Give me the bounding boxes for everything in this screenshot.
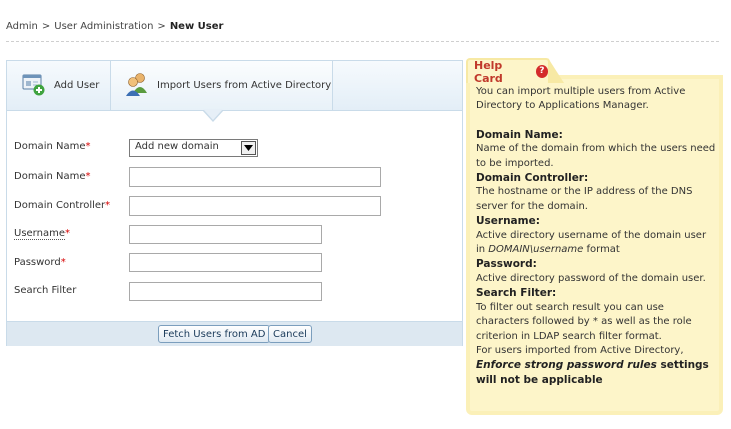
- help-card-content: You can import multiple users from Activ…: [476, 85, 716, 387]
- domain-controller-label: Domain Controller*: [14, 200, 111, 211]
- breadcrumb: Admin > User Administration > New User: [6, 21, 223, 32]
- help-password-heading: Password:: [476, 258, 537, 271]
- password-label: Password*: [14, 257, 66, 268]
- password-input[interactable]: [129, 253, 322, 272]
- breadcrumb-current: New User: [169, 21, 224, 32]
- tab-add-user[interactable]: Add User: [7, 61, 111, 110]
- help-username-text: Active directory username of the domain …: [476, 229, 707, 256]
- help-note-line: For users imported from Active Directory…: [476, 344, 684, 356]
- users-group-icon: [125, 71, 149, 100]
- username-input[interactable]: [129, 225, 322, 244]
- help-card-title: Help Card: [474, 58, 503, 85]
- search-filter-input[interactable]: [129, 282, 322, 301]
- cancel-button[interactable]: Cancel: [268, 325, 312, 343]
- help-icon: ?: [535, 65, 548, 78]
- help-domain-controller-heading: Domain Controller:: [476, 172, 589, 185]
- help-card: Help Card ? You can import multiple user…: [466, 58, 723, 415]
- breadcrumb-separator: >: [157, 21, 166, 32]
- help-domain-controller-text: The hostname or the IP address of the DN…: [476, 186, 693, 212]
- breadcrumb-user-administration[interactable]: User Administration: [54, 21, 153, 32]
- chevron-down-icon[interactable]: [241, 141, 256, 155]
- import-form-panel: Add User Import Users from Active Direct…: [6, 60, 463, 346]
- help-domain-name-text: Name of the domain from which the users …: [476, 143, 716, 169]
- help-note-bold: Enforce strong password rules settings w…: [476, 359, 709, 386]
- add-user-icon: [22, 72, 46, 99]
- help-card-tab: Help Card ?: [466, 58, 550, 85]
- help-intro: You can import multiple users from Activ…: [476, 86, 686, 112]
- username-label: Username*: [14, 228, 70, 240]
- help-username-heading: Username:: [476, 215, 540, 228]
- domain-select-label: Domain Name*: [14, 141, 91, 152]
- domain-select[interactable]: Add new domain: [129, 139, 258, 157]
- tab-add-user-label: Add User: [54, 80, 100, 91]
- domain-name-input[interactable]: [129, 167, 381, 187]
- tab-bar: Add User Import Users from Active Direct…: [7, 61, 462, 111]
- divider: [6, 41, 719, 42]
- help-search-filter-heading: Search Filter:: [476, 287, 557, 300]
- search-filter-label: Search Filter: [14, 285, 77, 296]
- help-search-filter-text: To filter out search result you can use …: [476, 301, 692, 342]
- help-domain-name-heading: Domain Name:: [476, 128, 563, 141]
- help-tab-slant: [548, 58, 564, 83]
- domain-select-value: Add new domain: [135, 141, 219, 152]
- domain-controller-input[interactable]: [129, 196, 381, 216]
- breadcrumb-separator: >: [41, 21, 51, 32]
- fetch-users-button[interactable]: Fetch Users from AD: [158, 325, 271, 343]
- active-tab-pointer: [202, 109, 224, 122]
- help-password-text: Active directory password of the domain …: [476, 272, 706, 284]
- tab-import-users-ad[interactable]: Import Users from Active Directory: [111, 61, 333, 110]
- form-footer: Fetch Users from AD Cancel: [7, 321, 462, 346]
- tab-import-label: Import Users from Active Directory: [157, 80, 332, 91]
- breadcrumb-admin[interactable]: Admin: [6, 21, 38, 32]
- domain-name-label: Domain Name*: [14, 171, 91, 182]
